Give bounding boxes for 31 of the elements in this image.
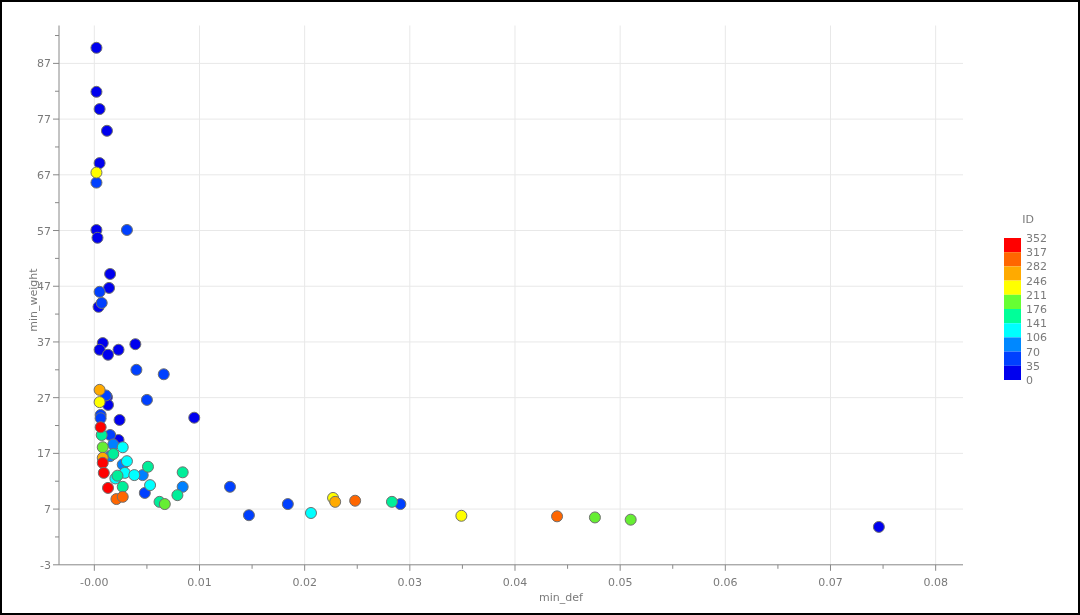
legend-label: 0	[1026, 374, 1033, 387]
legend-title: ID	[1022, 213, 1034, 226]
y-tick-label: 37	[37, 335, 51, 349]
x-axis-title: min_def	[539, 591, 583, 604]
legend-label: 176	[1026, 303, 1047, 316]
x-tick-label: 0.05	[607, 575, 633, 589]
legend-label: 317	[1026, 246, 1047, 260]
legend-label: 246	[1026, 274, 1047, 288]
x-tick-label: 0.08	[923, 575, 948, 589]
x-tick-label: 0.02	[292, 575, 317, 589]
x-tick-label: 0.01	[187, 575, 212, 589]
y-tick-label: -3	[40, 558, 51, 572]
legend-label: 35	[1026, 359, 1040, 373]
x-tick-label: 0.06	[713, 575, 738, 589]
x-tick-label: 0.07	[818, 575, 843, 589]
y-tick-label: 27	[37, 391, 51, 405]
y-tick-label: 67	[37, 168, 51, 182]
legend-label: 211	[1026, 288, 1047, 302]
legend-label: 106	[1026, 331, 1047, 345]
y-tick-label: 87	[37, 57, 51, 71]
legend-label: 70	[1026, 345, 1040, 359]
x-tick-label: 0.03	[397, 575, 423, 589]
y-tick-label: 77	[37, 113, 51, 127]
y-tick-label: 7	[44, 503, 51, 517]
x-tick-label: 0.04	[502, 575, 528, 589]
y-tick-label: 57	[37, 224, 51, 238]
y-tick-label: 17	[37, 447, 51, 461]
legend-label: 352	[1026, 232, 1047, 245]
legend-label: 282	[1026, 260, 1047, 274]
x-tick-label: -0.00	[80, 575, 109, 589]
legend-label: 141	[1026, 317, 1047, 331]
